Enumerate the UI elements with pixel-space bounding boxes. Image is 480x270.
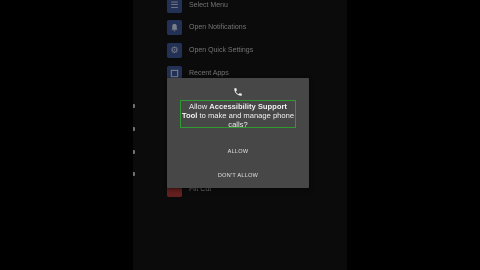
dialog-title-suffix: to make and manage phone calls? <box>197 111 295 129</box>
permission-dialog: Allow Accessibility Support Tool to make… <box>167 78 309 188</box>
right-letterbox <box>347 0 480 270</box>
allow-button[interactable]: ALLOW <box>167 145 309 159</box>
phone-screen: ☰ Select Menu Open Notifications ⚙ Open … <box>133 0 347 270</box>
dialog-title: Allow Accessibility Support Tool to make… <box>180 100 296 129</box>
dont-allow-button[interactable]: DON'T ALLOW <box>167 169 309 183</box>
left-letterbox <box>0 0 133 270</box>
phone-icon <box>233 84 243 96</box>
dialog-title-prefix: Allow <box>189 102 210 111</box>
